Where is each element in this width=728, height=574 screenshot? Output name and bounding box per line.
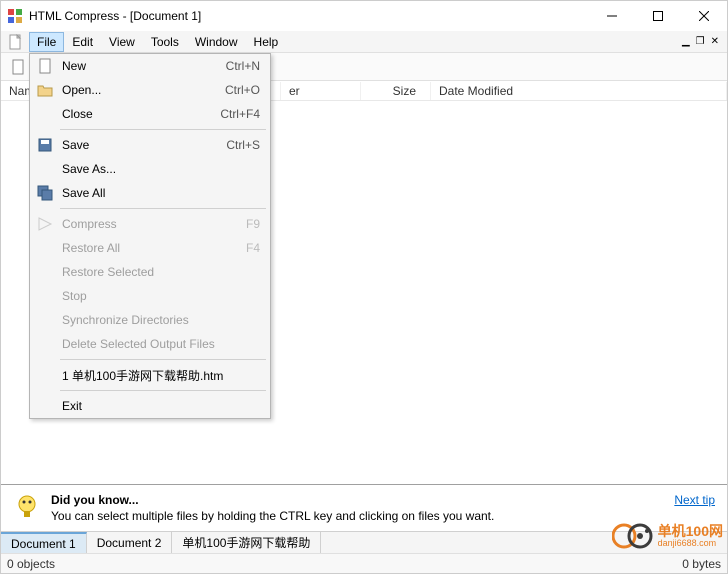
menu-item-compress: Compress F9 — [30, 212, 270, 236]
window-title: HTML Compress - [Document 1] — [29, 9, 589, 23]
menu-item-save-all[interactable]: Save All — [30, 181, 270, 205]
menu-tools[interactable]: Tools — [143, 32, 187, 52]
open-icon — [36, 81, 54, 99]
menu-separator — [60, 390, 266, 391]
column-date-modified[interactable]: Date Modified — [431, 82, 727, 100]
column-size[interactable]: Size — [361, 82, 431, 100]
app-icon — [7, 8, 23, 24]
next-tip-link[interactable]: Next tip — [674, 493, 715, 507]
menu-item-delete-output: Delete Selected Output Files — [30, 332, 270, 356]
new-document-icon[interactable] — [7, 34, 23, 50]
new-icon — [36, 57, 54, 75]
watermark-brand: 单机100网 — [658, 524, 723, 538]
tab-document-3[interactable]: 单机100手游网下载帮助 — [172, 532, 321, 553]
status-objects: 0 objects — [7, 557, 55, 571]
compress-icon — [36, 215, 54, 233]
watermark-logo-icon — [612, 521, 654, 551]
save-all-icon — [36, 184, 54, 202]
menu-item-save[interactable]: Save Ctrl+S — [30, 133, 270, 157]
menu-item-recent-1[interactable]: 1 单机100手游网下载帮助.htm — [30, 363, 270, 387]
menu-item-close[interactable]: Close Ctrl+F4 — [30, 102, 270, 126]
file-menu-dropdown: New Ctrl+N Open... Ctrl+O Close Ctrl+F4 … — [29, 53, 271, 419]
menu-separator — [60, 208, 266, 209]
menu-item-save-as[interactable]: Save As... — [30, 157, 270, 181]
toolbar-new-icon[interactable] — [7, 56, 29, 78]
menu-separator — [60, 129, 266, 130]
save-icon — [36, 136, 54, 154]
minimize-button[interactable] — [589, 1, 635, 31]
watermark-url: danji6688.com — [658, 538, 723, 548]
menu-item-sync-directories: Synchronize Directories — [30, 308, 270, 332]
menu-help[interactable]: Help — [246, 32, 287, 52]
menu-item-new[interactable]: New Ctrl+N — [30, 54, 270, 78]
lightbulb-icon — [13, 493, 41, 521]
menu-item-restore-selected: Restore Selected — [30, 260, 270, 284]
menu-item-open[interactable]: Open... Ctrl+O — [30, 78, 270, 102]
menu-view[interactable]: View — [101, 32, 143, 52]
tab-document-2[interactable]: Document 2 — [87, 532, 173, 553]
tip-body: You can select multiple files by holding… — [51, 509, 494, 523]
maximize-button[interactable] — [635, 1, 681, 31]
mdi-close-icon[interactable]: ✕ — [711, 36, 719, 47]
status-bytes: 0 bytes — [682, 557, 721, 571]
menu-item-restore-all: Restore All F4 — [30, 236, 270, 260]
menu-item-exit[interactable]: Exit — [30, 394, 270, 418]
menu-window[interactable]: Window — [187, 32, 246, 52]
tip-heading: Did you know... — [51, 493, 494, 507]
watermark: 单机100网 danji6688.com — [612, 521, 723, 551]
menu-file[interactable]: File — [29, 32, 64, 52]
menu-bar: File Edit View Tools Window Help ▁ ❐ ✕ — [1, 31, 727, 53]
column-folder[interactable]: er — [281, 82, 361, 100]
status-bar: 0 objects 0 bytes — [1, 553, 727, 573]
close-button[interactable] — [681, 1, 727, 31]
menu-item-stop: Stop — [30, 284, 270, 308]
tab-document-1[interactable]: Document 1 — [1, 532, 87, 554]
menu-edit[interactable]: Edit — [64, 32, 101, 52]
mdi-minimize-icon[interactable]: ▁ — [682, 36, 690, 47]
title-bar: HTML Compress - [Document 1] — [1, 1, 727, 31]
mdi-restore-icon[interactable]: ❐ — [696, 36, 705, 47]
menu-separator — [60, 359, 266, 360]
